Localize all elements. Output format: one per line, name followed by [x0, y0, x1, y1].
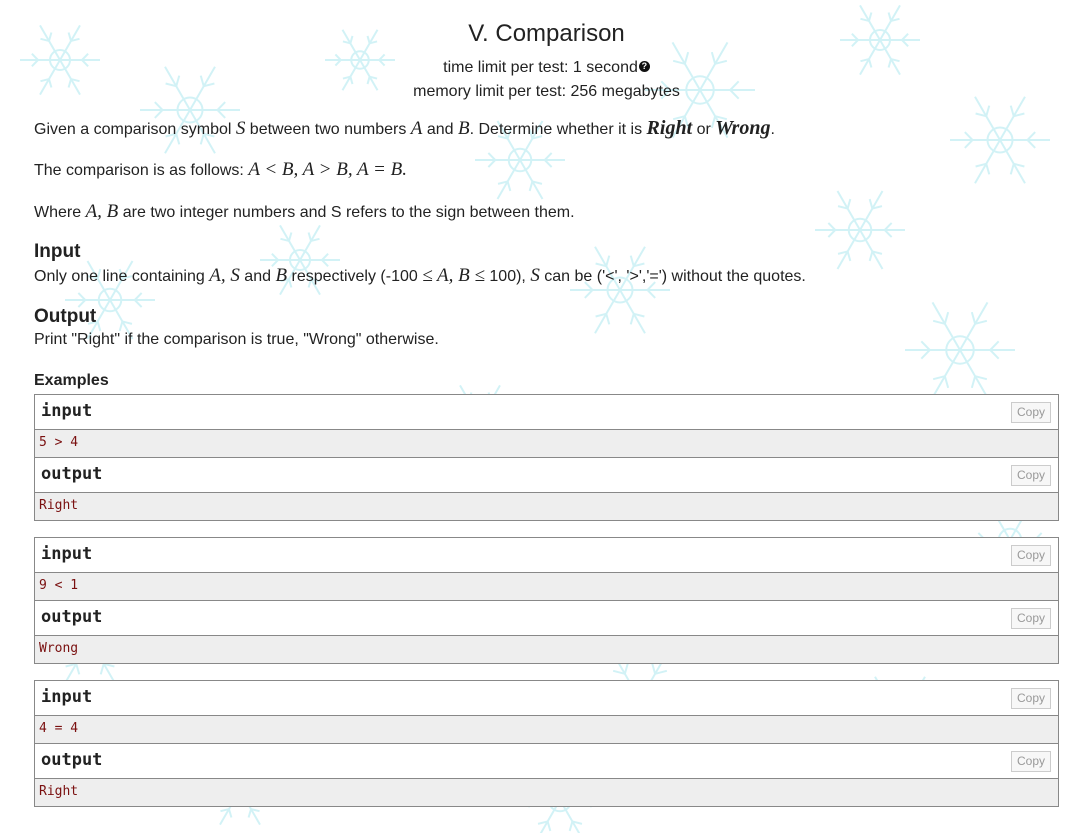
output-description: Print "Right" if the comparison is true,… — [34, 331, 439, 348]
output-label: output — [41, 464, 103, 484]
copy-input-button-2[interactable]: Copy — [1011, 545, 1051, 566]
input-label: input — [41, 544, 93, 564]
copy-input-button-1[interactable]: Copy — [1011, 402, 1051, 423]
statement-paragraph-2: The comparison is as follows: A < B, A >… — [34, 159, 407, 180]
example-block-2: input Copy 9 < 1 output Copy Wrong — [34, 537, 1059, 664]
statement-paragraph-3: Where A, B are two integer numbers and S… — [34, 201, 575, 222]
example-output-2: Wrong — [35, 636, 1058, 663]
problem-statement: V. Comparison time limit per test: 1 sec… — [0, 0, 1068, 807]
output-label: output — [41, 607, 103, 627]
problem-title: V. Comparison — [468, 20, 625, 47]
output-label: output — [41, 750, 103, 770]
copy-input-button-3[interactable]: Copy — [1011, 688, 1051, 709]
memory-limit: memory limit per test: 256 megabytes — [413, 83, 680, 100]
copy-output-button-2[interactable]: Copy — [1011, 608, 1051, 629]
copy-output-button-1[interactable]: Copy — [1011, 465, 1051, 486]
input-label: input — [41, 401, 93, 421]
statement-paragraph-1: Given a comparison symbol S between two … — [34, 117, 775, 139]
input-heading: Input — [34, 241, 81, 262]
time-limit: time limit per test: 1 second? — [34, 56, 1059, 80]
example-block-3: input Copy 4 = 4 output Copy Right — [34, 680, 1059, 807]
example-input-1: 5 > 4 — [35, 430, 1058, 458]
example-input-3: 4 = 4 — [35, 716, 1058, 744]
output-heading: Output — [34, 306, 97, 327]
example-block-1: input Copy 5 > 4 output Copy Right — [34, 394, 1059, 521]
input-label: input — [41, 687, 93, 707]
example-output-1: Right — [35, 493, 1058, 520]
help-icon[interactable]: ? — [638, 61, 650, 72]
input-description: Only one line containing A, S and B resp… — [34, 265, 806, 286]
example-input-2: 9 < 1 — [35, 573, 1058, 601]
examples-heading: Examples — [34, 372, 109, 389]
copy-output-button-3[interactable]: Copy — [1011, 751, 1051, 772]
example-output-3: Right — [35, 779, 1058, 806]
